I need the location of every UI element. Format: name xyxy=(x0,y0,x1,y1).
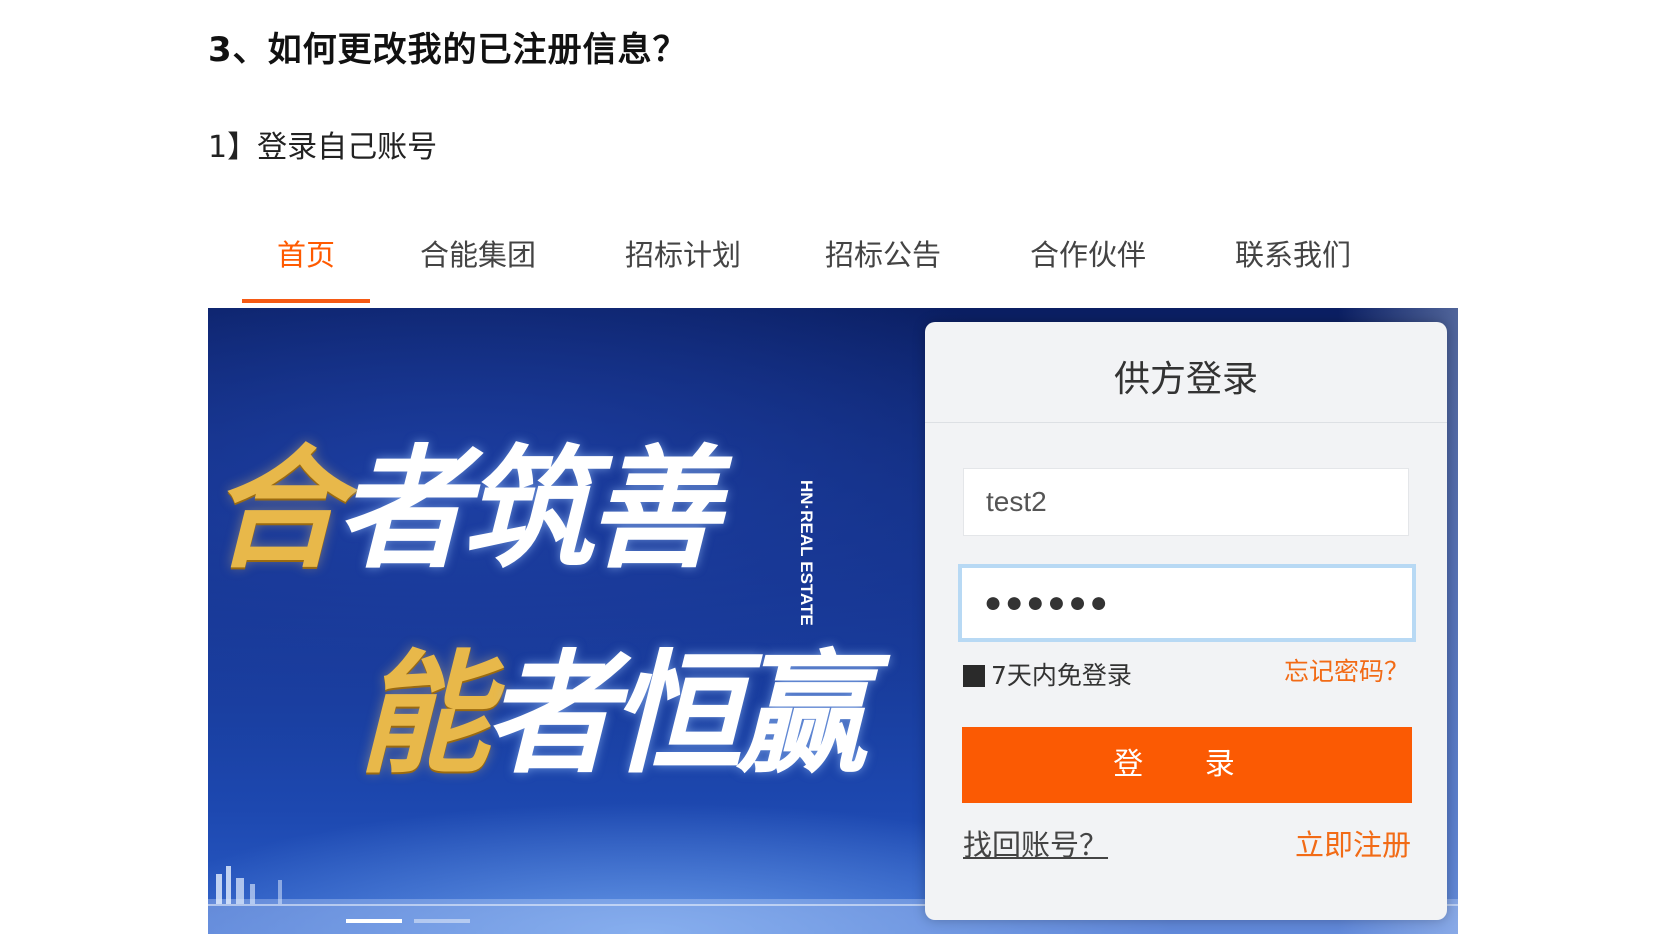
step-label: 1】登录自己账号 xyxy=(208,130,438,165)
slogan-line-1: 合者筑善 xyxy=(210,403,720,594)
slogan-2-white-chars: 者恒赢 xyxy=(484,637,868,792)
main-nav: 首页 合能集团 招标计划 招标公告 合作伙伴 联系我们 xyxy=(208,220,1458,306)
recover-account-link[interactable]: 找回账号？ xyxy=(963,822,1108,864)
carousel-indicators xyxy=(346,908,482,927)
password-input[interactable]: ●●●●●● xyxy=(958,564,1416,642)
brand-line-2: ESTATE xyxy=(797,561,816,626)
carousel-dot[interactable] xyxy=(346,919,402,923)
forgot-password-link[interactable]: 忘记密码？ xyxy=(1284,652,1409,688)
brand-logo-text: HN·REAL ESTATE xyxy=(796,480,816,626)
username-input[interactable]: test2 xyxy=(963,468,1409,536)
nav-item-group[interactable]: 合能集团 xyxy=(420,232,536,274)
slogan-2-gold-char: 能 xyxy=(358,637,490,792)
nav-active-indicator xyxy=(242,299,370,303)
login-divider xyxy=(925,422,1447,423)
slogan-1-gold-char: 合 xyxy=(210,432,342,587)
remember-label: 7天内免登录 xyxy=(991,661,1132,690)
nav-item-tender-plan[interactable]: 招标计划 xyxy=(625,232,741,274)
remember-me[interactable]: 7天内免登录 xyxy=(963,656,1132,692)
login-title: 供方登录 xyxy=(1113,359,1258,400)
remember-checkbox[interactable] xyxy=(963,665,985,687)
nav-item-home[interactable]: 首页 xyxy=(277,232,335,274)
register-link[interactable]: 立即注册 xyxy=(1295,822,1411,864)
nav-item-contact[interactable]: 联系我们 xyxy=(1235,232,1351,274)
login-button[interactable]: 登 录 xyxy=(962,727,1412,803)
carousel-dot[interactable] xyxy=(414,919,470,923)
slogan-line-2: 能者恒赢 xyxy=(358,608,868,799)
slogan-1-white-chars: 者筑善 xyxy=(336,432,720,587)
nav-item-partners[interactable]: 合作伙伴 xyxy=(1030,232,1146,274)
supplier-login-panel: 供方登录 test2 ●●●●●● 7天内免登录 忘记密码？ 登 录 找回账号？… xyxy=(925,322,1447,920)
brand-line-1: HN·REAL xyxy=(797,480,816,557)
document-heading: 3、如何更改我的已注册信息？ xyxy=(208,30,688,70)
nav-item-tender-notice[interactable]: 招标公告 xyxy=(825,232,941,274)
